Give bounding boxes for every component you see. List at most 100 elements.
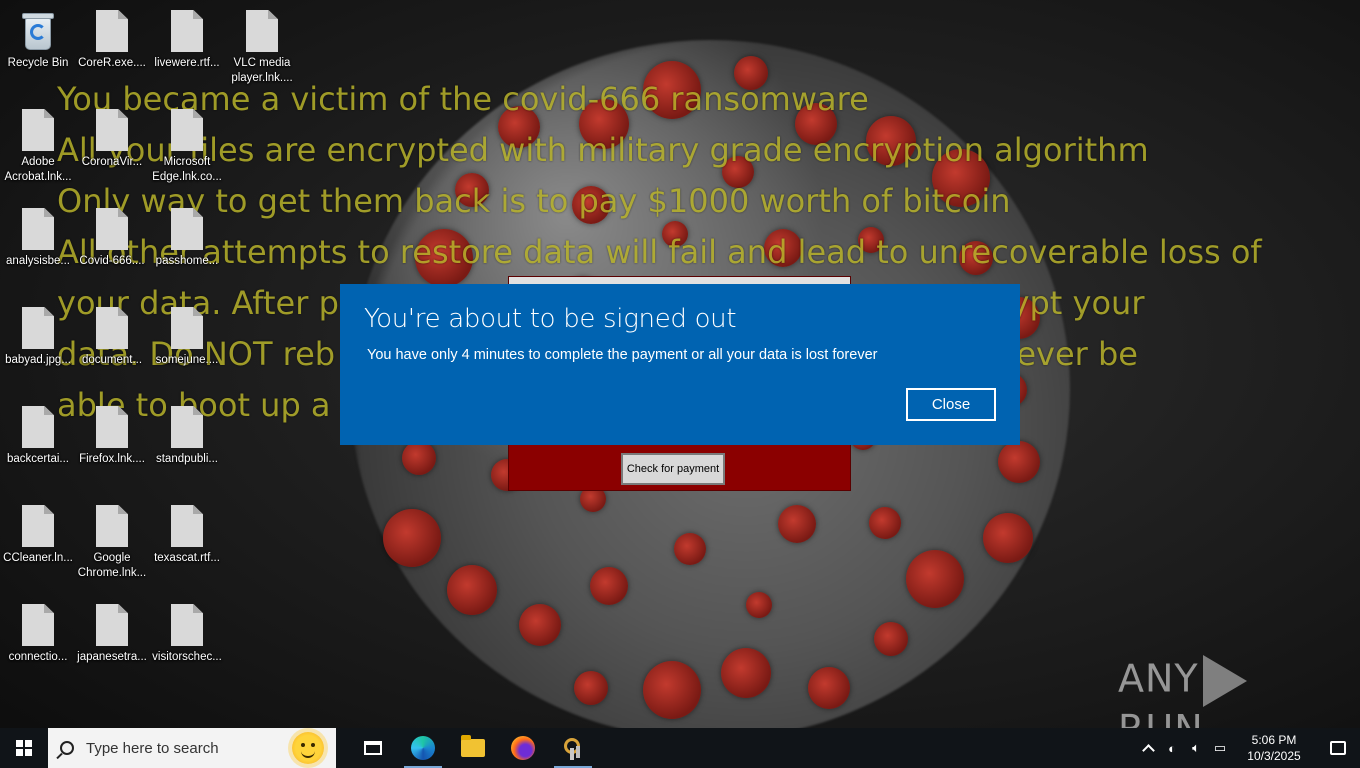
ransomware-app-icon <box>561 736 585 760</box>
taskbar-clock[interactable]: 5:06 PM 10/3/2025 <box>1232 732 1316 764</box>
dialog-title: You're about to be signed out <box>364 304 737 334</box>
virus-spike <box>905 549 964 608</box>
taskbar-search-box[interactable]: Type here to search <box>48 728 336 768</box>
desktop-icon-file[interactable]: standpubli... <box>149 402 225 467</box>
recycle-bin-icon <box>19 10 57 52</box>
taskbar-app-edge[interactable] <box>398 728 448 768</box>
windows-logo-icon <box>16 740 32 756</box>
file-icon <box>96 208 128 250</box>
file-icon <box>171 307 203 349</box>
desktop-icon-label: connectio... <box>8 651 68 663</box>
desktop-icon-file[interactable]: somejune.... <box>149 303 225 368</box>
file-icon <box>171 109 203 151</box>
virus-spike <box>401 441 436 476</box>
virus-spike <box>873 621 908 656</box>
desktop-icon-file[interactable]: babyad.jpg... <box>0 303 76 368</box>
notification-center-button[interactable] <box>1316 728 1360 768</box>
desktop-icon-label: visitorschec... <box>152 651 222 663</box>
desktop-icon-file[interactable]: connectio... <box>0 600 76 665</box>
virus-spike <box>721 647 772 698</box>
volume-icon[interactable]: 🔈︎ <box>1184 728 1208 768</box>
taskbar-app-ransomware[interactable] <box>548 728 598 768</box>
desktop-icon-label: CoreR.exe.... <box>78 57 146 69</box>
taskbar: Type here to search ◐ 🔈︎ ▭ 5:06 PM 10/3/… <box>0 728 1360 768</box>
anyrun-watermark: ANYRUN <box>1118 655 1318 751</box>
desktop-icon-file[interactable]: backcertai... <box>0 402 76 467</box>
ransom-line: Only way to get them back is to pay $100… <box>57 182 1011 220</box>
file-icon <box>171 406 203 448</box>
desktop-icon-file[interactable]: Microsoft Edge.lnk.co... <box>149 105 225 185</box>
file-icon <box>22 208 54 250</box>
edge-icon <box>411 736 435 760</box>
file-icon <box>22 406 54 448</box>
desktop-icon-label: analysisbe... <box>6 255 70 267</box>
virus-spike <box>642 660 701 719</box>
taskbar-app-file-explorer[interactable] <box>448 728 498 768</box>
file-icon <box>171 208 203 250</box>
play-logo-icon <box>1202 655 1247 707</box>
task-view-button[interactable] <box>348 728 398 768</box>
file-explorer-icon <box>461 735 485 757</box>
file-icon <box>22 307 54 349</box>
desktop-icon-label: Covid-666.... <box>79 255 145 267</box>
virus-spike <box>745 591 772 618</box>
file-icon <box>96 109 128 151</box>
chevron-up-icon <box>1141 744 1155 757</box>
clock-time: 5:06 PM <box>1251 733 1297 747</box>
file-icon <box>171 505 203 547</box>
file-icon <box>96 406 128 448</box>
desktop-icon-file[interactable]: livewere.rtf... <box>149 6 225 71</box>
desktop-icon-label: CoronaVir... <box>81 156 143 168</box>
desktop-icon-label: VLC media player.lnk.... <box>231 57 293 84</box>
desktop-icon-file[interactable]: Adobe Acrobat.lnk... <box>0 105 76 185</box>
desktop-icon-recycle-bin[interactable]: Recycle Bin <box>0 6 76 71</box>
desktop-icon-file[interactable]: visitorschec... <box>149 600 225 665</box>
desktop-icon-file[interactable]: CCleaner.ln... <box>0 501 76 566</box>
file-icon <box>171 10 203 52</box>
system-tray: ◐ 🔈︎ ▭ 5:06 PM 10/3/2025 <box>1136 728 1360 768</box>
meet-now-icon[interactable]: ◐ <box>1160 728 1184 768</box>
watermark-text-left: ANY <box>1118 656 1199 701</box>
desktop-icon-label: somejune.... <box>155 354 219 366</box>
search-placeholder: Type here to search <box>86 739 219 757</box>
start-button[interactable] <box>0 728 48 768</box>
dialog-message: You have only 4 minutes to complete the … <box>367 347 878 363</box>
desktop-icon-file[interactable]: japanesetra... <box>74 600 150 665</box>
file-icon <box>96 505 128 547</box>
ransom-line: All other attempts to restore data will … <box>57 233 1262 271</box>
taskbar-app-firefox[interactable] <box>498 728 548 768</box>
virus-spike <box>997 441 1040 484</box>
desktop-icon-label: document... <box>81 354 143 366</box>
check-for-payment-button[interactable]: Check for payment <box>621 453 725 485</box>
desktop-icon-label: Microsoft Edge.lnk.co... <box>152 156 222 183</box>
desktop-icon-label: standpubli... <box>155 453 218 465</box>
virus-spike <box>518 603 561 646</box>
close-button[interactable]: Close <box>906 388 996 421</box>
desktop-icon-file[interactable]: Google Chrome.lnk... <box>74 501 150 581</box>
file-icon <box>22 109 54 151</box>
desktop-icon-file[interactable]: VLC media player.lnk.... <box>224 6 300 86</box>
desktop-icon-file[interactable]: texascat.rtf... <box>149 501 225 566</box>
desktop-icon-file[interactable]: analysisbe... <box>0 204 76 269</box>
virus-spike <box>446 565 497 616</box>
virus-spike <box>777 505 816 544</box>
desktop-icon-file[interactable]: Firefox.lnk.... <box>74 402 150 467</box>
desktop-icon-label: Google Chrome.lnk... <box>77 552 147 579</box>
desktop-icon-file[interactable]: Covid-666.... <box>74 204 150 269</box>
desktop-icon-file[interactable]: CoronaVir... <box>74 105 150 170</box>
file-icon <box>96 307 128 349</box>
desktop-icon-file[interactable]: document... <box>74 303 150 368</box>
desktop-icon-label: Adobe Acrobat.lnk... <box>4 156 72 183</box>
desktop-icon-file[interactable]: CoreR.exe.... <box>74 6 150 71</box>
desktop-icon-label: passhome... <box>155 255 219 267</box>
file-icon <box>96 604 128 646</box>
file-icon <box>22 505 54 547</box>
network-icon[interactable]: ▭ <box>1208 728 1232 768</box>
show-hidden-icons-button[interactable] <box>1136 728 1160 768</box>
desktop-icon-label: CCleaner.ln... <box>3 552 73 564</box>
desktop-icon-label: japanesetra... <box>77 651 147 663</box>
desktop-icon-label: livewere.rtf... <box>154 57 220 69</box>
search-icon <box>60 741 74 755</box>
file-icon <box>171 604 203 646</box>
desktop-icon-file[interactable]: passhome... <box>149 204 225 269</box>
